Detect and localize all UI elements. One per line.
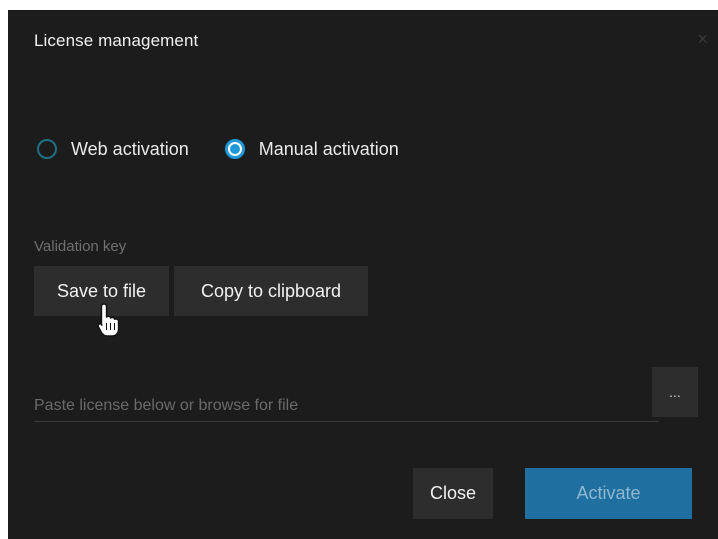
manual-activation-radio-circle[interactable]	[224, 139, 245, 159]
close-button[interactable]: Close	[413, 468, 493, 519]
license-input[interactable]	[34, 390, 659, 422]
hand-pointer-cursor-icon	[97, 303, 120, 337]
validation-key-label: Validation key	[34, 238, 127, 255]
web-activation-radio[interactable]: Web activation	[37, 139, 189, 160]
close-icon[interactable]: ×	[697, 30, 708, 48]
dialog-title: License management	[34, 31, 199, 50]
web-activation-label[interactable]: Web activation	[71, 139, 189, 160]
activate-button[interactable]: Activate	[525, 468, 692, 519]
browse-file-button[interactable]: ...	[652, 367, 698, 417]
manual-activation-label[interactable]: Manual activation	[259, 139, 399, 160]
copy-to-clipboard-button[interactable]: Copy to clipboard	[174, 266, 368, 316]
activation-mode-group: Web activation Manual activation	[37, 136, 399, 162]
manual-activation-radio[interactable]: Manual activation	[224, 139, 399, 160]
web-activation-radio-circle[interactable]	[37, 139, 57, 159]
license-management-dialog: License management × Web activation Manu…	[8, 10, 718, 539]
